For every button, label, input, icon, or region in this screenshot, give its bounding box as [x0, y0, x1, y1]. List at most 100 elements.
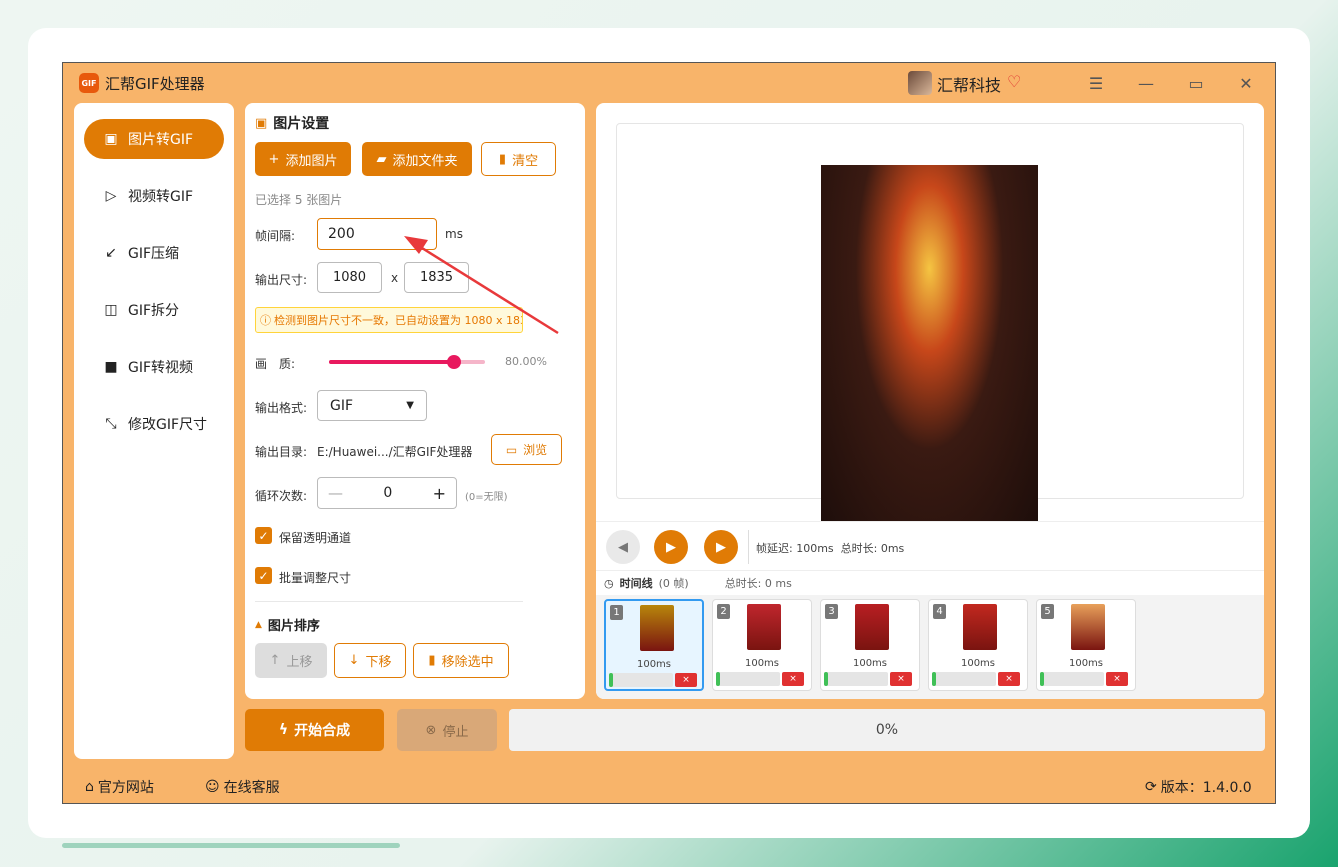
image-icon: ▣ — [104, 131, 118, 147]
minus-button[interactable]: — — [328, 484, 343, 502]
frame-thumbnail — [855, 604, 889, 650]
loop-count-stepper[interactable]: — 0 + — [317, 477, 457, 509]
add-image-button[interactable]: + 添加图片 — [255, 142, 351, 176]
warning-icon: ⓘ — [260, 314, 271, 327]
sidebar: ▣ 图片转GIF ▷ 视频转GIF ↙ GIF压缩 ◫ GIF拆分 ■ GIF转… — [74, 103, 234, 759]
user-name[interactable]: 汇帮科技 — [937, 72, 1001, 96]
frame-progress — [716, 672, 780, 686]
frame-item[interactable]: 4 100ms × — [928, 599, 1028, 691]
frame-delete-button[interactable]: × — [782, 672, 804, 686]
support-link[interactable]: ☺ 在线客服 — [205, 777, 280, 797]
sidebar-item-label: GIF压缩 — [128, 246, 180, 262]
close-icon[interactable]: ✕ — [1231, 71, 1261, 95]
frame-number: 4 — [933, 604, 946, 619]
quality-slider-thumb[interactable] — [446, 355, 461, 369]
frame-delay: 100ms — [852, 658, 888, 669]
stop-button[interactable]: ⊗ 停止 — [397, 709, 497, 751]
loop-hint: (0=无限) — [465, 492, 508, 503]
sidebar-item-image-to-gif[interactable]: ▣ 图片转GIF — [84, 119, 224, 159]
version-info[interactable]: ⟳ 版本：1.4.0.0 — [1145, 777, 1252, 797]
divider — [255, 601, 523, 602]
start-button[interactable]: ϟ 开始合成 — [245, 709, 384, 751]
menu-icon[interactable]: ☰ — [1081, 71, 1111, 95]
folder-icon: ▭ — [505, 442, 518, 457]
website-link[interactable]: ⌂ 官方网站 — [85, 777, 154, 797]
frame-progress — [1040, 672, 1104, 686]
keep-alpha-checkbox[interactable]: ✓ — [255, 527, 272, 544]
keep-alpha-label: 保留透明通道 — [279, 531, 352, 545]
caret-down-icon: ▼ — [406, 400, 414, 411]
frame-item[interactable]: 2 100ms × — [712, 599, 812, 691]
frame-info: 帧延迟: 100ms 总时长: 0ms — [756, 542, 905, 555]
folder-plus-icon: ▰ — [376, 151, 387, 167]
frame-item[interactable]: 3 100ms × — [820, 599, 920, 691]
move-up-button[interactable]: ↑ 上移 — [255, 643, 327, 678]
support-label: 在线客服 — [223, 780, 280, 796]
sidebar-item-gif-compress[interactable]: ↙ GIF压缩 — [84, 233, 224, 273]
add-image-label: 添加图片 — [285, 153, 338, 169]
remove-selected-button[interactable]: ▮ 移除选中 — [413, 643, 509, 678]
sidebar-item-gif-resize[interactable]: ⤡ 修改GIF尺寸 — [84, 404, 224, 444]
frame-progress-fill — [932, 672, 936, 686]
frame-delete-button[interactable]: × — [890, 672, 912, 686]
headset-icon: ☺ — [205, 779, 220, 795]
play-button[interactable]: ▶ — [654, 530, 688, 564]
frame-interval-label: 帧间隔: — [255, 229, 296, 243]
minimize-icon[interactable]: — — [1131, 71, 1161, 95]
sort-title-label: 图片排序 — [267, 619, 320, 634]
format-select[interactable]: GIF ▼ — [317, 390, 427, 421]
browse-button[interactable]: ▭ 浏览 — [491, 434, 562, 465]
settings-title-label: 图片设置 — [273, 116, 330, 132]
prev-frame-button[interactable]: ◀ — [606, 530, 640, 564]
add-folder-button[interactable]: ▰ 添加文件夹 — [362, 142, 472, 176]
clear-label: 清空 — [512, 153, 539, 169]
sidebar-item-gif-to-video[interactable]: ■ GIF转视频 — [84, 347, 224, 387]
frame-thumbnail — [640, 605, 674, 651]
warning-text: 检测到图片尺寸不一致，已自动设置为 1080 x 1835 — [274, 314, 523, 327]
refresh-icon: ⟳ — [1145, 779, 1157, 795]
frame-item[interactable]: 1 100ms × — [604, 599, 704, 691]
frame-interval-input[interactable]: 200 — [317, 218, 437, 250]
website-label: 官方网站 — [97, 780, 154, 796]
maximize-icon[interactable]: ▭ — [1181, 71, 1211, 95]
quality-value: 80.00% — [505, 355, 547, 368]
timeline-total: 总时长: 0 ms — [724, 577, 792, 590]
height-input[interactable]: 1835 — [404, 262, 469, 293]
frame-number: 5 — [1041, 604, 1054, 619]
sidebar-item-label: 图片转GIF — [128, 132, 194, 148]
format-label: 输出格式: — [255, 401, 308, 415]
size-separator: x — [391, 271, 399, 285]
playback-controls: ◀ ▶ ▶ 帧延迟: 100ms 总时长: 0ms — [596, 521, 1264, 571]
frame-progress — [932, 672, 996, 686]
frame-delete-button[interactable]: × — [998, 672, 1020, 686]
avatar[interactable] — [908, 71, 932, 95]
plus-button[interactable]: + — [433, 484, 446, 503]
batch-resize-checkbox[interactable]: ✓ — [255, 567, 272, 584]
timeline-header: ◷ 时间线 (0 帧) 总时长: 0 ms — [604, 575, 792, 591]
next-frame-button[interactable]: ▶ — [704, 530, 738, 564]
clear-button[interactable]: ▮ 清空 — [481, 142, 556, 176]
loop-count-value: 0 — [383, 485, 393, 501]
frame-progress — [824, 672, 888, 686]
vip-diamond-icon: ♡ — [1007, 72, 1022, 91]
move-down-button[interactable]: ↓ 下移 — [334, 643, 406, 678]
arrow-up-icon: ↑ — [269, 653, 281, 668]
frame-progress-fill — [824, 672, 828, 686]
overall-progress-bar: 0% — [509, 709, 1265, 751]
frame-delay: 100ms — [960, 658, 996, 669]
start-label: 开始合成 — [294, 723, 351, 739]
sidebar-item-gif-split[interactable]: ◫ GIF拆分 — [84, 290, 224, 330]
caret-up-icon: ▲ — [255, 619, 262, 630]
frame-item[interactable]: 5 100ms × — [1036, 599, 1136, 691]
quality-slider[interactable] — [329, 355, 485, 369]
frame-delete-button[interactable]: × — [675, 673, 697, 687]
clock-icon: ◷ — [604, 576, 614, 590]
frame-thumbnail — [747, 604, 781, 650]
sidebar-item-label: GIF转视频 — [128, 360, 194, 376]
frame-progress — [609, 673, 673, 687]
sidebar-item-video-to-gif[interactable]: ▷ 视频转GIF — [84, 176, 224, 216]
quality-slider-fill — [329, 360, 454, 364]
lightning-icon: ϟ — [278, 722, 289, 738]
width-input[interactable]: 1080 — [317, 262, 382, 293]
frame-delete-button[interactable]: × — [1106, 672, 1128, 686]
